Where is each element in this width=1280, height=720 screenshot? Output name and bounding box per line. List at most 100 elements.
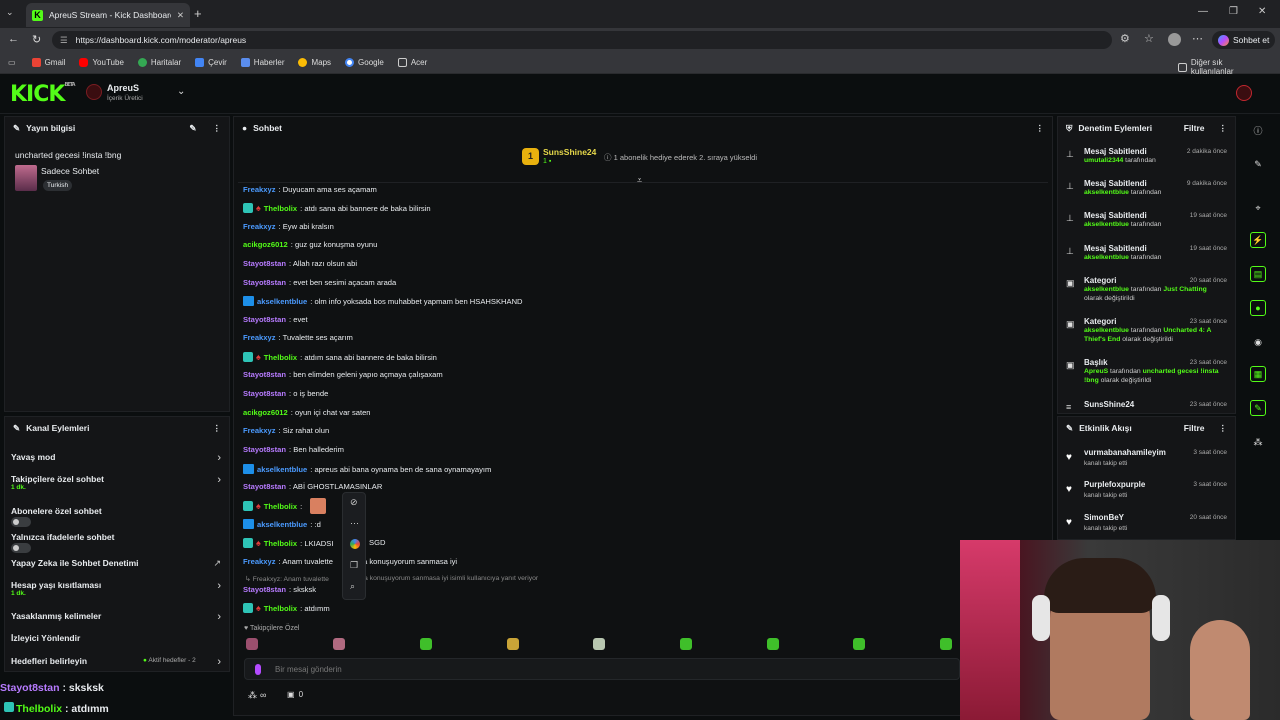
wrench-icon[interactable]: ✎	[1250, 400, 1266, 416]
activity-item[interactable]: ♥ vurmabanahamileyim kanalı takip etti 3…	[1064, 448, 1230, 472]
moderation-icon[interactable]: ⌖	[1250, 200, 1266, 216]
maximize-icon[interactable]: ❐	[1229, 6, 1238, 17]
search-icon[interactable]: ⌕	[350, 581, 355, 592]
chat-message[interactable]: acikgoz6012: guz guz konuşma oyunu	[243, 240, 377, 249]
mod-filter-button[interactable]: Filtre	[1184, 123, 1205, 133]
chevron-right-icon[interactable]: ›	[217, 452, 221, 464]
mod-action-user[interactable]: ApreuS	[1084, 368, 1108, 375]
chat-username[interactable]: Thelbolix	[264, 604, 297, 613]
channel-switch-chevron-icon[interactable]: ⌄	[177, 86, 185, 97]
extensions-icon[interactable]: ⚙	[1120, 32, 1130, 45]
toggle-switch[interactable]	[11, 543, 31, 553]
users-icon[interactable]: ⁂	[1250, 434, 1266, 450]
chat-username[interactable]: Thelbolix	[264, 204, 297, 213]
bookmark-google[interactable]: Google	[345, 58, 384, 67]
mod-action-item[interactable]: ▣ Kategori 23 saat önce akselkentblue taraf…	[1064, 317, 1230, 344]
bookmark-haberler[interactable]: Haberler	[240, 58, 284, 67]
mod-action-user[interactable]: umutali2344	[1084, 157, 1123, 164]
emote-icon[interactable]	[767, 638, 779, 650]
channel-action-item[interactable]: Hesap yaşı kısıtlaması 1 dk. ›	[11, 580, 223, 597]
points-display[interactable]: ⁂ ∞	[248, 690, 266, 701]
kebab-menu-icon[interactable]: ⋮	[1219, 123, 1228, 134]
mod-action-user[interactable]: akselkentblue	[1084, 327, 1129, 334]
chat-message[interactable]: Stayot8stan: o iş bende	[243, 389, 328, 398]
chat-username[interactable]: Stayot8stan	[243, 389, 286, 398]
chat-message[interactable]: ♠ Thelbolix: atdı sana abi bannere de bak…	[243, 203, 431, 213]
kebab-menu-icon[interactable]: ⋮	[1219, 423, 1228, 434]
document-icon[interactable]: ▤	[1250, 266, 1266, 282]
chat-message[interactable]: acikgoz6012: oyun içi chat var saten	[243, 408, 371, 417]
channel-action-item[interactable]: Abonelere özel sohbet	[11, 506, 223, 527]
external-link-icon[interactable]: ↗	[213, 558, 221, 569]
chat-username[interactable]: acikgoz6012	[243, 408, 288, 417]
kebab-menu-icon[interactable]: ⋮	[213, 423, 222, 434]
ai-mod-icon[interactable]	[350, 539, 360, 549]
chat-message[interactable]: Freakxyz: Eyw abi kralsın	[243, 222, 334, 231]
emote-icon[interactable]	[680, 638, 692, 650]
chat-message[interactable]: ♠ Thelbolix: atdımm	[243, 603, 330, 613]
minimize-icon[interactable]: —	[1198, 6, 1208, 17]
url-field[interactable]: ☰ https://dashboard.kick.com/moderator/a…	[52, 31, 1112, 49]
chat-message[interactable]: ♠ Thelbolix: LKIADSI	[243, 538, 333, 548]
chat-username[interactable]: Stayot8stan	[243, 482, 286, 491]
copilot-chat-button[interactable]: Sohbet et	[1212, 31, 1276, 49]
channel-action-item[interactable]: Yalnızca ifadelerle sohbet	[11, 532, 223, 553]
chat-message[interactable]: ♠ Thelbolix:	[243, 501, 302, 511]
chat-message[interactable]: akselkentblue: olm info yoksada bos muha…	[243, 296, 523, 306]
close-window-icon[interactable]: ✕	[1258, 6, 1266, 17]
more-options-icon[interactable]: ⋯	[350, 518, 359, 529]
bookmark-acer[interactable]: Acer	[397, 58, 427, 67]
channel-avatar[interactable]	[86, 84, 102, 100]
bookmark-youtube[interactable]: YouTube	[79, 58, 124, 67]
chat-username[interactable]: Stayot8stan	[243, 585, 286, 594]
channel-action-item[interactable]: Takipçilere özel sohbet 1 dk. ›	[11, 474, 223, 491]
chat-username[interactable]: Stayot8stan	[243, 445, 286, 454]
emote-icon[interactable]	[420, 638, 432, 650]
chat-message[interactable]: Freakxyz: Duyucam ama ses açamam	[243, 185, 377, 194]
hide-icon[interactable]: ⊘	[350, 497, 358, 508]
mod-action-item[interactable]: ▣ Kategori 20 saat önce akselkentblue taraf…	[1064, 276, 1230, 303]
scroll-down-icon[interactable]: ⩡	[637, 175, 642, 186]
chat-username[interactable]: acikgoz6012	[243, 240, 288, 249]
info-icon[interactable]: ⓘ	[1250, 122, 1266, 138]
broadcast-icon[interactable]: ◉	[1250, 334, 1266, 350]
profile-avatar[interactable]	[1168, 33, 1181, 46]
chat-username[interactable]: akselkentblue	[257, 297, 307, 306]
user-avatar[interactable]	[1236, 85, 1252, 101]
activity-item[interactable]: ♥ SimonBeY kanalı takip etti 20 saat önc…	[1064, 513, 1230, 537]
mod-action-item[interactable]: ⊥ Mesaj Sabitlendi 19 saat önce akselkentbl…	[1064, 211, 1230, 229]
other-bookmarks[interactable]: Diğer sık kullanılanlar	[1178, 58, 1266, 76]
emote-icon[interactable]	[507, 638, 519, 650]
chat-username[interactable]: akselkentblue	[257, 465, 307, 474]
category-thumbnail[interactable]	[15, 165, 37, 191]
bookmark-haritalar[interactable]: Haritalar	[137, 58, 181, 67]
tab-list-icon[interactable]: ⌄	[6, 7, 20, 21]
bookmark-cevir[interactable]: Çevir	[195, 58, 227, 67]
chat-message[interactable]: Stayot8stan: sksksk	[243, 585, 316, 594]
category-name[interactable]: Sadece Sohbet	[41, 166, 99, 176]
chat-message[interactable]: Stayot8stan: ben elimden geleni yapıo aç…	[243, 370, 443, 379]
chevron-right-icon[interactable]: ›	[217, 580, 221, 592]
activity-item[interactable]: ♥ Purplefoxpurple kanalı takip etti 3 sa…	[1064, 480, 1230, 504]
channel-action-item[interactable]: İzleyici Yönlendir	[11, 633, 223, 649]
chat-message[interactable]: Freakxyz: Siz rahat olun	[243, 426, 329, 435]
chevron-right-icon[interactable]: ›	[217, 656, 221, 668]
kick-logo[interactable]: KICKBETA	[10, 82, 76, 107]
kebab-menu-icon[interactable]: ⋮	[1036, 123, 1045, 134]
microphone-icon[interactable]	[255, 664, 261, 675]
close-tab-icon[interactable]: ✕	[177, 10, 184, 21]
chat-username[interactable]: Freakxyz	[243, 222, 276, 231]
emote-icon[interactable]	[593, 638, 605, 650]
chevron-right-icon[interactable]: ›	[217, 474, 221, 486]
mod-action-user[interactable]: akselkentblue	[1084, 221, 1129, 228]
toggle-switch[interactable]	[11, 517, 31, 527]
emote-icon[interactable]	[853, 638, 865, 650]
bookmark-maps[interactable]: Maps	[298, 58, 331, 67]
gift-display[interactable]: ▣ 0	[287, 690, 303, 699]
channel-action-item[interactable]: Yapay Zeka ile Sohbet Denetimi ↗	[11, 558, 223, 574]
chat-message[interactable]: Freakxyz: Tuvalette ses açarım	[243, 333, 353, 342]
site-info-icon[interactable]: ☰	[60, 35, 68, 46]
emote-icon[interactable]	[246, 638, 258, 650]
chat-message[interactable]: akselkentblue: apreus abi bana oynama be…	[243, 464, 491, 474]
chat-message[interactable]: Stayot8stan: Ben hallederim	[243, 445, 344, 454]
